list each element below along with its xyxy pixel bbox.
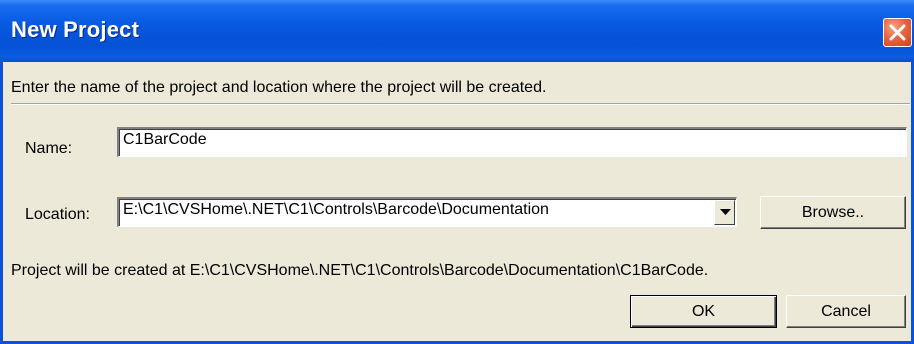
name-label: Name:: [25, 140, 73, 157]
cancel-button[interactable]: Cancel: [786, 295, 906, 328]
dialog-title: New Project: [11, 17, 140, 42]
separator: [11, 103, 910, 105]
location-value: E:\C1\CVSHome\.NET\C1\Controls\Barcode\D…: [123, 201, 549, 218]
location-combobox[interactable]: E:\C1\CVSHome\.NET\C1\Controls\Barcode\D…: [117, 197, 737, 227]
browse-button-label: Browse..: [801, 203, 865, 221]
title-bar[interactable]: New Project: [0, 0, 914, 62]
ok-button[interactable]: OK: [630, 295, 777, 328]
location-dropdown-button[interactable]: [714, 200, 735, 225]
project-path-status: Project will be created at E:\C1\CVSHome…: [11, 262, 709, 279]
location-label: Location:: [25, 206, 90, 223]
instructions-text: Enter the name of the project and locati…: [11, 79, 547, 96]
name-input[interactable]: C1BarCode: [117, 127, 907, 157]
ok-button-label: OK: [691, 302, 716, 320]
cancel-button-label: Cancel: [821, 302, 871, 320]
close-button[interactable]: [883, 18, 912, 47]
new-project-dialog: New Project Enter the name of the projec…: [0, 0, 914, 344]
browse-button[interactable]: Browse..: [760, 196, 906, 229]
chevron-down-icon: [720, 209, 731, 215]
close-icon: [889, 24, 906, 41]
dialog-body: Enter the name of the project and locati…: [3, 62, 911, 341]
